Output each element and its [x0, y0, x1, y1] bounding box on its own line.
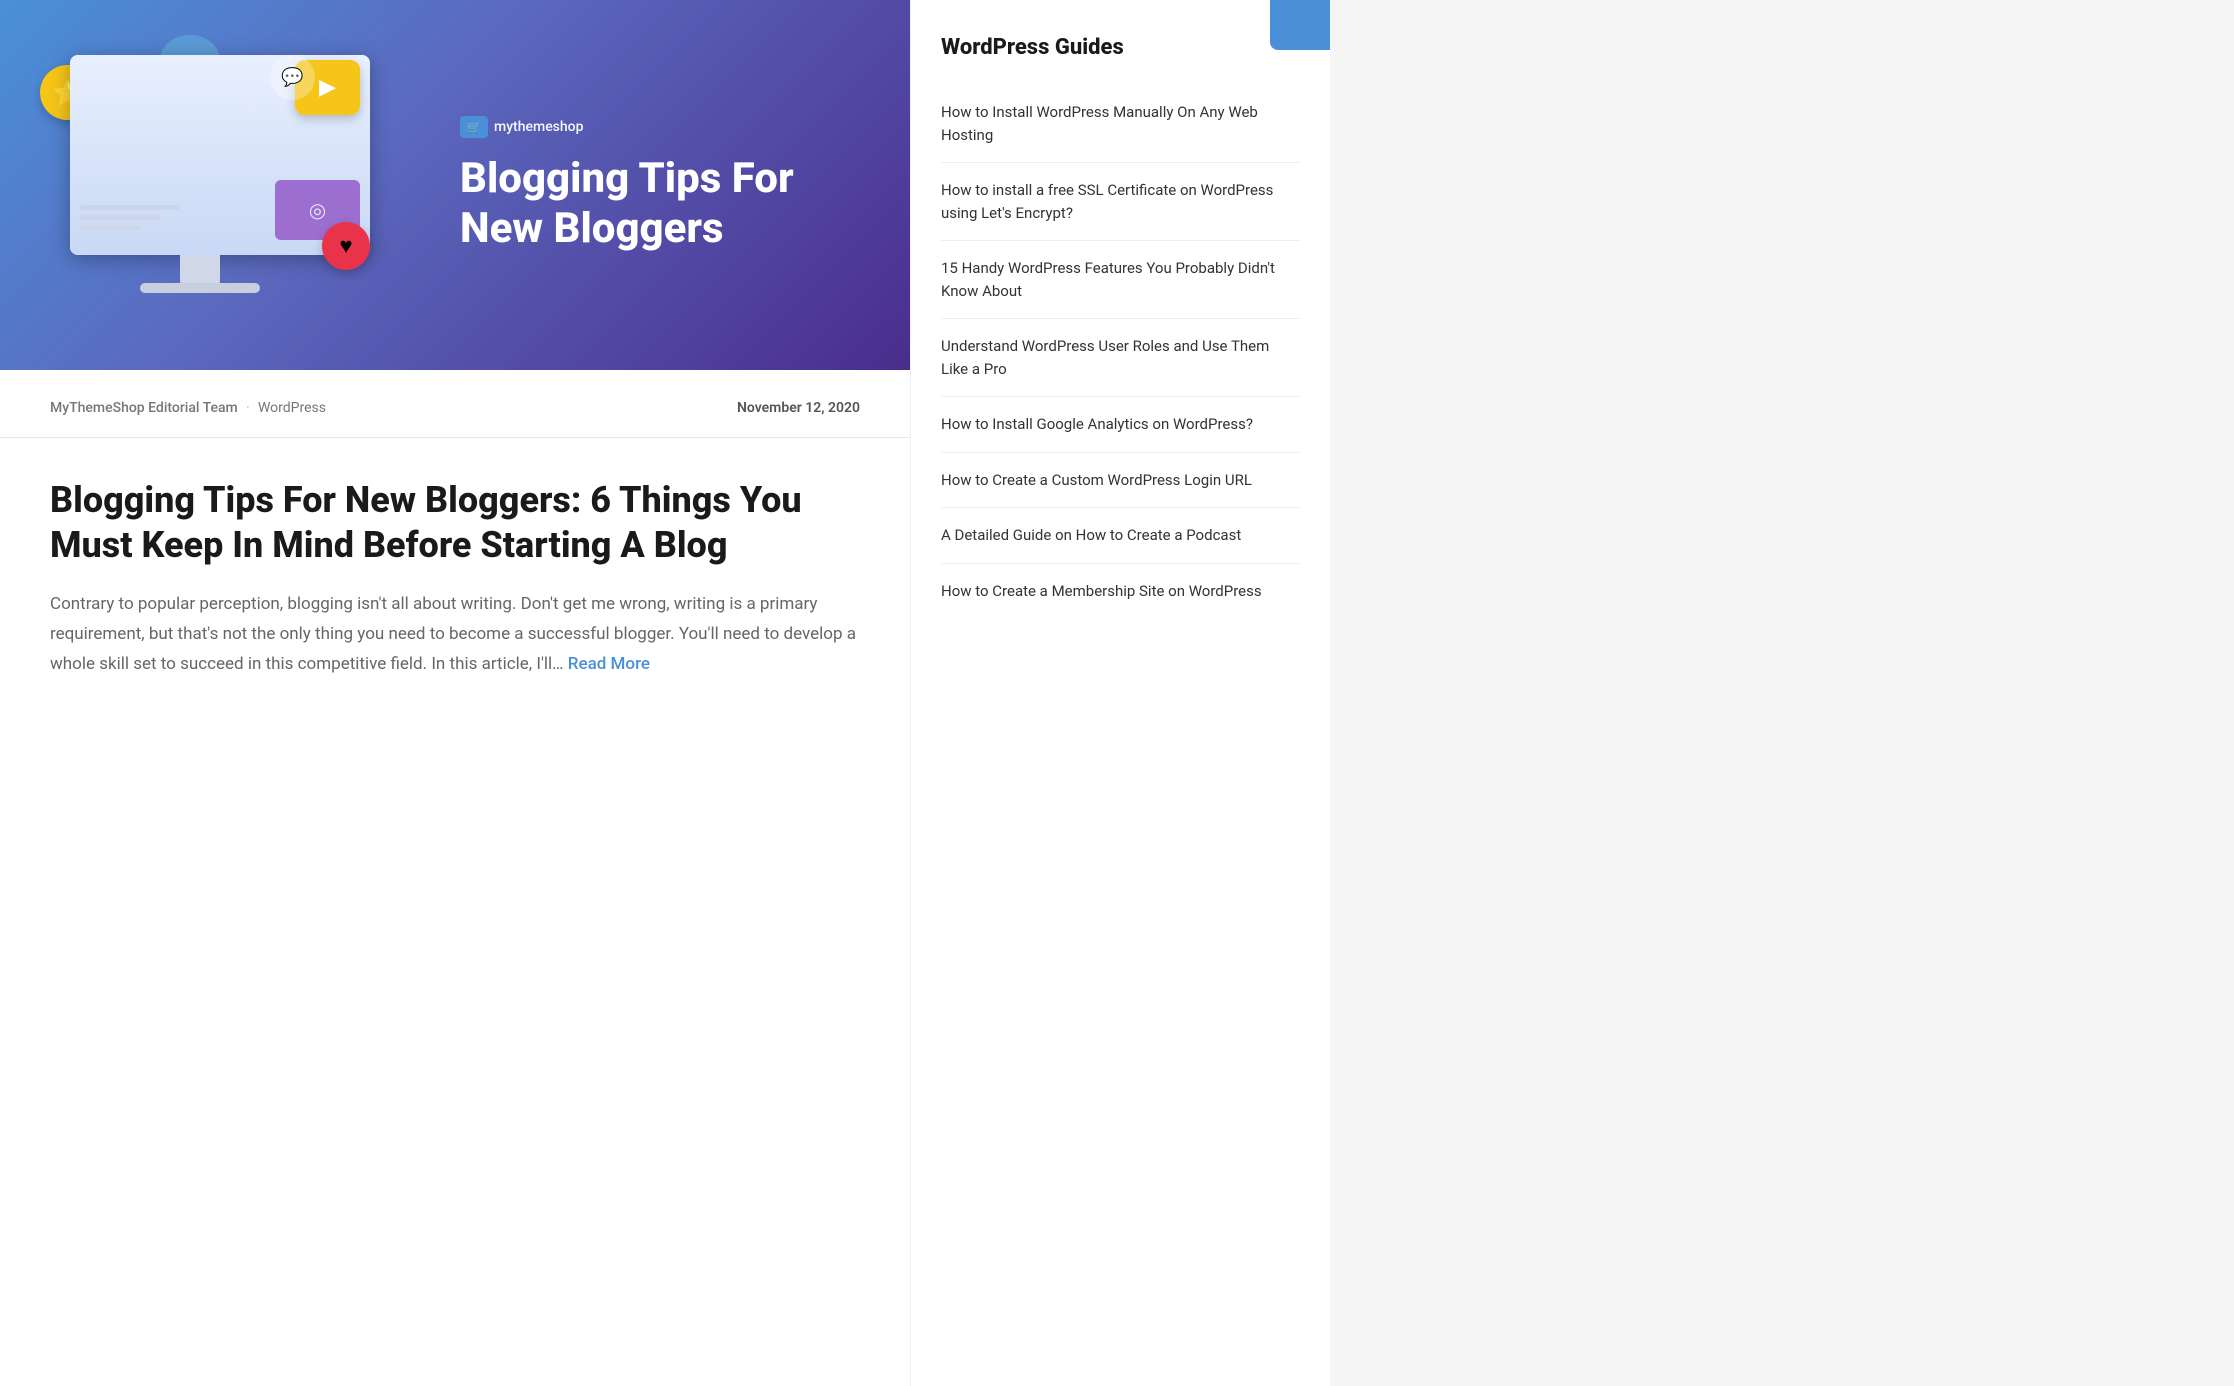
sidebar-link-0[interactable]: How to Install WordPress Manually On Any…	[941, 101, 1300, 146]
sidebar-link-5[interactable]: How to Create a Custom WordPress Login U…	[941, 469, 1300, 492]
sidebar-link-7[interactable]: How to Create a Membership Site on WordP…	[941, 580, 1300, 603]
sidebar-item: How to install a free SSL Certificate on…	[941, 163, 1300, 241]
screen-line-2	[80, 215, 160, 220]
excerpt-text: Contrary to popular perception, blogging…	[50, 594, 856, 674]
meta-author: MyThemeShop Editorial Team	[50, 400, 238, 416]
monitor-base	[140, 283, 260, 293]
meta-separator: ·	[246, 398, 250, 417]
sidebar-link-6[interactable]: A Detailed Guide on How to Create a Podc…	[941, 524, 1300, 547]
monitor-illustration: ⭐ ☁ T	[40, 45, 400, 325]
article-excerpt: Contrary to popular perception, blogging…	[50, 590, 860, 679]
monitor-stand	[180, 255, 220, 285]
main-content: ⭐ ☁ T	[0, 0, 910, 1386]
hero-banner: ⭐ ☁ T	[0, 0, 910, 370]
sidebar-item: Understand WordPress User Roles and Use …	[941, 319, 1300, 397]
logo-cart-icon: 🛒	[460, 116, 488, 138]
article-title: Blogging Tips For New Bloggers: 6 Things…	[50, 478, 860, 568]
logo-text: mythemeshop	[494, 119, 583, 135]
sidebar-link-3[interactable]: Understand WordPress User Roles and Use …	[941, 335, 1300, 380]
sidebar-link-4[interactable]: How to Install Google Analytics on WordP…	[941, 413, 1300, 436]
hero-logo: 🛒 mythemeshop	[460, 116, 870, 138]
sidebar-item: How to Install Google Analytics on WordP…	[941, 397, 1300, 453]
heart-icon: ♥	[322, 222, 370, 270]
sidebar-item: How to Install WordPress Manually On Any…	[941, 85, 1300, 163]
sidebar-item: How to Create a Membership Site on WordP…	[941, 564, 1300, 619]
sidebar: WordPress Guides How to Install WordPres…	[910, 0, 1330, 1386]
read-more-link[interactable]: Read More	[568, 654, 650, 674]
sidebar-link-2[interactable]: 15 Handy WordPress Features You Probably…	[941, 257, 1300, 302]
hero-illustration: ⭐ ☁ T	[40, 45, 440, 325]
sidebar-item: A Detailed Guide on How to Create a Podc…	[941, 508, 1300, 564]
sidebar-item: How to Create a Custom WordPress Login U…	[941, 453, 1300, 509]
screen-line-3	[80, 225, 140, 230]
screen-lines	[80, 205, 180, 235]
sidebar-title: WordPress Guides	[941, 35, 1300, 60]
hero-title: Blogging Tips For New Bloggers	[460, 154, 870, 255]
sidebar-link-1[interactable]: How to install a free SSL Certificate on…	[941, 179, 1300, 224]
chat-bubble-icon: 💬	[270, 55, 315, 100]
hero-text: 🛒 mythemeshop Blogging Tips For New Blog…	[440, 116, 870, 255]
article-body: Blogging Tips For New Bloggers: 6 Things…	[0, 438, 910, 719]
sidebar-item: 15 Handy WordPress Features You Probably…	[941, 241, 1300, 319]
hero-title-line2: New Bloggers	[460, 204, 724, 253]
hero-title-line1: Blogging Tips For	[460, 154, 794, 203]
screen-line-1	[80, 205, 180, 210]
meta-date: November 12, 2020	[737, 400, 860, 416]
article-meta: MyThemeShop Editorial Team · WordPress N…	[0, 370, 910, 438]
meta-category: WordPress	[258, 400, 326, 416]
